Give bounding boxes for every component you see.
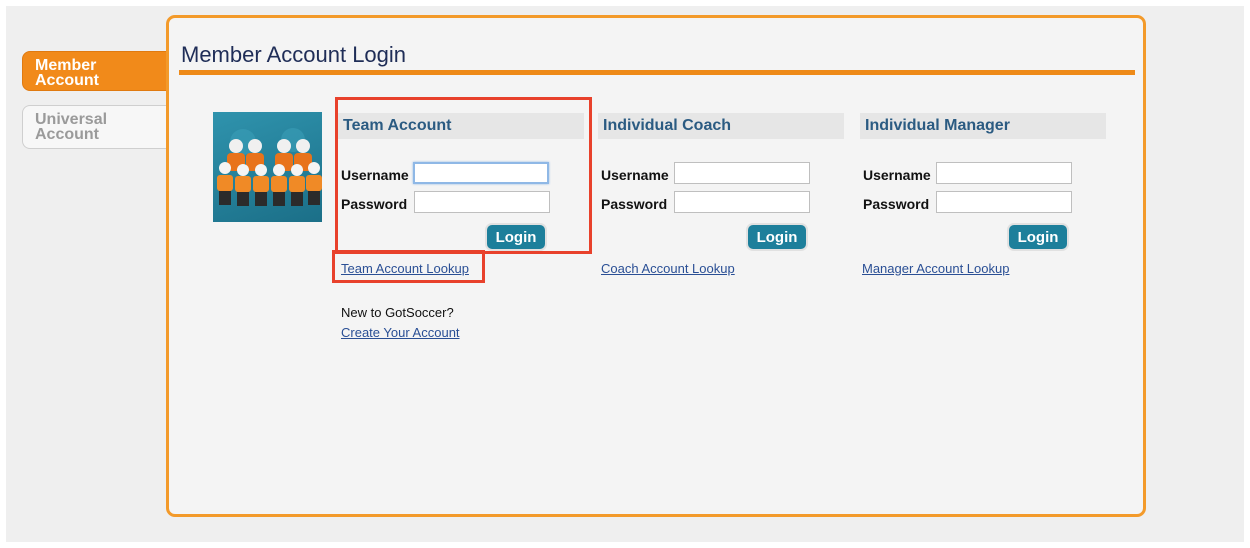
manager-account-lookup-link[interactable]: Manager Account Lookup (862, 261, 1009, 276)
manager-password-label: Password (863, 196, 930, 212)
coach-username-input[interactable] (674, 162, 810, 184)
tab-universal-label-2: Account (35, 126, 99, 143)
coach-account-lookup-link[interactable]: Coach Account Lookup (601, 261, 735, 276)
team-username-label: Username (341, 167, 409, 183)
team-account-section: Team Account Username Password (338, 113, 584, 213)
team-password-label: Password (341, 196, 408, 212)
individual-coach-section: Individual Coach Username Password (598, 113, 844, 213)
coach-heading: Individual Coach (598, 113, 844, 139)
coach-login-button[interactable]: Login (746, 223, 808, 251)
manager-username-label: Username (863, 167, 931, 183)
team-players-image (213, 112, 322, 222)
page-title: Member Account Login (181, 42, 407, 67)
login-panel: Member Account Login Team Account Userna… (166, 15, 1146, 517)
title-divider (179, 70, 1135, 75)
tab-member-account[interactable]: Member Account (22, 51, 167, 91)
individual-manager-section: Individual Manager Username Password (860, 113, 1106, 213)
team-account-lookup-link[interactable]: Team Account Lookup (341, 261, 469, 276)
team-login-button[interactable]: Login (485, 223, 547, 251)
coach-password-input[interactable] (674, 191, 810, 213)
coach-username-label: Username (601, 167, 669, 183)
team-password-input[interactable] (414, 191, 550, 213)
team-username-input[interactable] (413, 162, 549, 184)
create-account-link[interactable]: Create Your Account (341, 325, 460, 340)
manager-heading: Individual Manager (860, 113, 1106, 139)
manager-password-input[interactable] (936, 191, 1072, 213)
manager-login-button[interactable]: Login (1007, 223, 1069, 251)
coach-password-label: Password (601, 196, 668, 212)
team-account-heading: Team Account (338, 113, 584, 139)
new-user-prompt: New to GotSoccer? (341, 305, 454, 320)
tab-universal-account[interactable]: Universal Account (22, 105, 167, 149)
manager-username-input[interactable] (936, 162, 1072, 184)
tab-member-label-1: Member (35, 57, 97, 74)
tab-member-label-2: Account (35, 72, 99, 89)
tab-universal-label-1: Universal (35, 111, 108, 128)
